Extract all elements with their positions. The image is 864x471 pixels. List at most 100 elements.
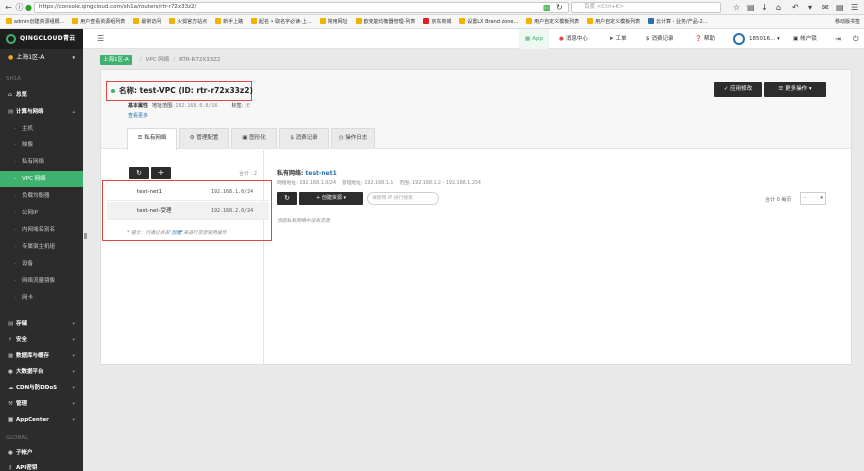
sidebar-item-storage[interactable]: ▤ 存储 ▾ [0, 317, 83, 331]
tab-vxnets[interactable]: ☰ 私有网络 [127, 128, 177, 150]
sidebar-sub-dns-alias[interactable]: 内网域名别名 [0, 222, 83, 238]
reload-icon[interactable]: ↻ [556, 3, 563, 12]
sidebar-item-security[interactable]: ⚡ 安全 ▾ [0, 333, 83, 347]
bookmark-item[interactable]: 新手上路 [215, 15, 243, 28]
page-size-select[interactable]: - ▾ [800, 192, 826, 205]
app-logo[interactable]: QINGCLOUD青云 [0, 29, 83, 49]
download-icon[interactable]: ↓ [761, 3, 768, 12]
bookmark-item[interactable]: 云计算 - 业务/产品-2... [648, 15, 707, 28]
undo-icon[interactable]: ↶ [792, 3, 799, 12]
chevron-down-icon: ▾ [72, 337, 75, 343]
sidebar-sub-devices[interactable]: 设备 [0, 256, 83, 272]
breadcrumb-vpc[interactable]: VPC 网络 [146, 57, 170, 63]
resource-name-text: 名称: test-VPC (ID: rtr-r72x33z2) [119, 86, 253, 95]
sidebar-item-cdn[interactable]: ☁ CDN与防DDoS ▾ [0, 381, 83, 395]
shield-icon[interactable]: ▩ [543, 3, 551, 12]
sidebar-sub-instances[interactable]: 主机 [0, 121, 83, 137]
sidebar-sub-eips[interactable]: 公网IP [0, 205, 83, 221]
bills-button[interactable]: $ 消费记录 [646, 29, 674, 49]
sidebar-item-label: 数据库与缓存 [16, 353, 50, 359]
tab-graph[interactable]: ▣ 图形化 [231, 128, 277, 148]
sidebar-sub-vpc[interactable]: VPC 网络 [0, 171, 83, 187]
sidebar-item-bigdata[interactable]: ● 大数据平台 ▾ [0, 365, 83, 379]
bookmark-item[interactable]: 用户查看资源组列表 [72, 15, 125, 28]
sidebar-item-overview[interactable]: ⌂ 总览 [0, 88, 83, 102]
messages-button[interactable]: ● 消息中心 [559, 29, 588, 49]
avatar[interactable] [733, 33, 745, 45]
tab-logs[interactable]: ◷ 操作日志 [331, 128, 375, 148]
sidebar-item-compute[interactable]: ▤ 计算与网络 ▴ [0, 105, 83, 119]
bookmark-item[interactable]: 常用网址 [319, 15, 348, 28]
clock-icon: ◷ [338, 135, 344, 141]
bookmark-icon [5, 18, 12, 24]
user-menu[interactable]: 185016... ▾ [749, 29, 780, 49]
bookmark-item[interactable]: admin创建资源组概... [5, 15, 64, 28]
library-icon[interactable]: ▤ [747, 3, 755, 12]
sidebar-item-label: CDN与防DDoS [16, 385, 58, 391]
detail-meta: 网络地址: 192.168.1.0/24 管理地址: 192.168.1.1 范围:… [277, 179, 487, 186]
more-actions-button[interactable]: ☰ 更多操作 ▾ [764, 82, 826, 97]
power-icon[interactable]: ⏻ [853, 29, 859, 49]
basic-props-label: 基本属性 [128, 103, 149, 109]
tickets-button[interactable]: ➤ 工单 [609, 29, 627, 49]
tab-billing[interactable]: $ 消费记录 [279, 128, 329, 148]
list-icon: ☰ [778, 86, 784, 92]
help-button[interactable]: ❓ 帮助 [695, 29, 715, 49]
sidebar-collapse-handle[interactable] [84, 233, 87, 239]
bookmark-item[interactable]: 欧克能均衡器管理-列表 [355, 15, 415, 28]
basic-properties: 基本属性 地址范围: 192.168.0.0/16 标签: 无 [128, 103, 250, 109]
sidebar-item-appcenter[interactable]: ■ AppCenter ▾ [0, 413, 83, 427]
hamburger-icon[interactable]: ☰ [851, 3, 858, 12]
bookmark-icon [648, 18, 655, 24]
back-icon[interactable]: ← [4, 3, 13, 12]
sidebar-sub-images[interactable]: 映像 [0, 137, 83, 153]
account-lock-button[interactable]: ▣ 帐户锁 [793, 29, 817, 49]
bookmark-item[interactable]: 用户自定义模板列表 [587, 15, 640, 28]
sidebar-item-manage[interactable]: ⚒ 管理 ▾ [0, 397, 83, 411]
sidebar-item-subaccount[interactable]: ● 子帐户 [0, 446, 83, 460]
bookmark-item[interactable]: 火狐官方站点 [169, 15, 207, 28]
dropdown-icon[interactable]: ▾ [808, 3, 812, 12]
bookmark-item[interactable]: 京东商城 [423, 15, 451, 28]
key-icon: ⚷ [8, 465, 13, 471]
detail-subnet-link[interactable]: test-net1 [306, 170, 337, 177]
app-button[interactable]: ▦ App [519, 29, 549, 49]
user-label: 185016... [749, 36, 776, 42]
logout-icon[interactable]: ⇥ [835, 29, 841, 49]
breadcrumb-zone[interactable]: 上海1区-A [100, 55, 132, 65]
menu-toggle-icon[interactable]: ☰ [97, 34, 104, 43]
sidebar-sub-nics[interactable]: 网卡 [0, 290, 83, 306]
ticket-icon: ➤ [609, 36, 614, 42]
status-dot-icon [111, 89, 115, 93]
mobile-bookmarks-label: 移动版书签 [834, 19, 860, 25]
view-more-link[interactable]: 查看更多 [128, 112, 148, 119]
ip-search-input[interactable]: 请使用 IP 进行搜索 [367, 192, 439, 205]
bookmark-item[interactable]: 起名 • 取名字必读-上... [251, 15, 312, 28]
plus-icon: + [316, 195, 321, 201]
browser-search-input[interactable]: 百度 <Ctrl+K> [571, 2, 721, 13]
bookmark-item[interactable]: 用户自定义模板列表 [526, 15, 579, 28]
sidebar-item-label: 大数据平台 [16, 369, 44, 375]
apply-changes-button[interactable]: ✓ 应用修改 [714, 82, 762, 97]
zone-selector[interactable]: ● 上海1区-A ▾ [0, 51, 83, 65]
info-icon[interactable]: ⓘ [15, 3, 24, 12]
bookmark-item[interactable]: 最常访问 [133, 15, 161, 28]
sidebar-sub-dedicated-hosts[interactable]: 专属宿主机组 [0, 239, 83, 255]
sidebar-sub-traffic-mirror[interactable]: 网络流量镜像 [0, 273, 83, 289]
sidebar-sub-loadbalancers[interactable]: 负载均衡器 [0, 188, 83, 204]
chat-icon[interactable]: ✉ [822, 3, 829, 12]
extensions-icon[interactable]: ▤ [836, 3, 844, 12]
sidebar-item-apikey[interactable]: ⚷ API密钥 [0, 461, 83, 471]
sidebar-sub-vxnets[interactable]: 私有网络 [0, 154, 83, 170]
mobile-bookmarks[interactable]: 移动版书签 [830, 15, 860, 28]
create-resource-button[interactable]: + 创建资源 ▾ [299, 192, 363, 205]
home-icon[interactable]: ⌂ [776, 3, 781, 12]
detail-refresh-button[interactable]: ↻ [277, 192, 297, 205]
address-bar[interactable]: https://console.qingcloud.com/sh1a/route… [34, 2, 569, 13]
resource-name: 名称: test-VPC (ID: rtr-r72x33z2) [106, 81, 253, 101]
sidebar-item-database[interactable]: ▦ 数据库与缓存 ▾ [0, 349, 83, 363]
tab-management[interactable]: ⚙ 管理配置 [179, 128, 229, 148]
bookmark-item[interactable]: 设置LX Brand zone... [459, 15, 518, 28]
star-icon[interactable]: ☆ [733, 3, 740, 12]
bookmark-label: 常用网址 [327, 19, 348, 25]
